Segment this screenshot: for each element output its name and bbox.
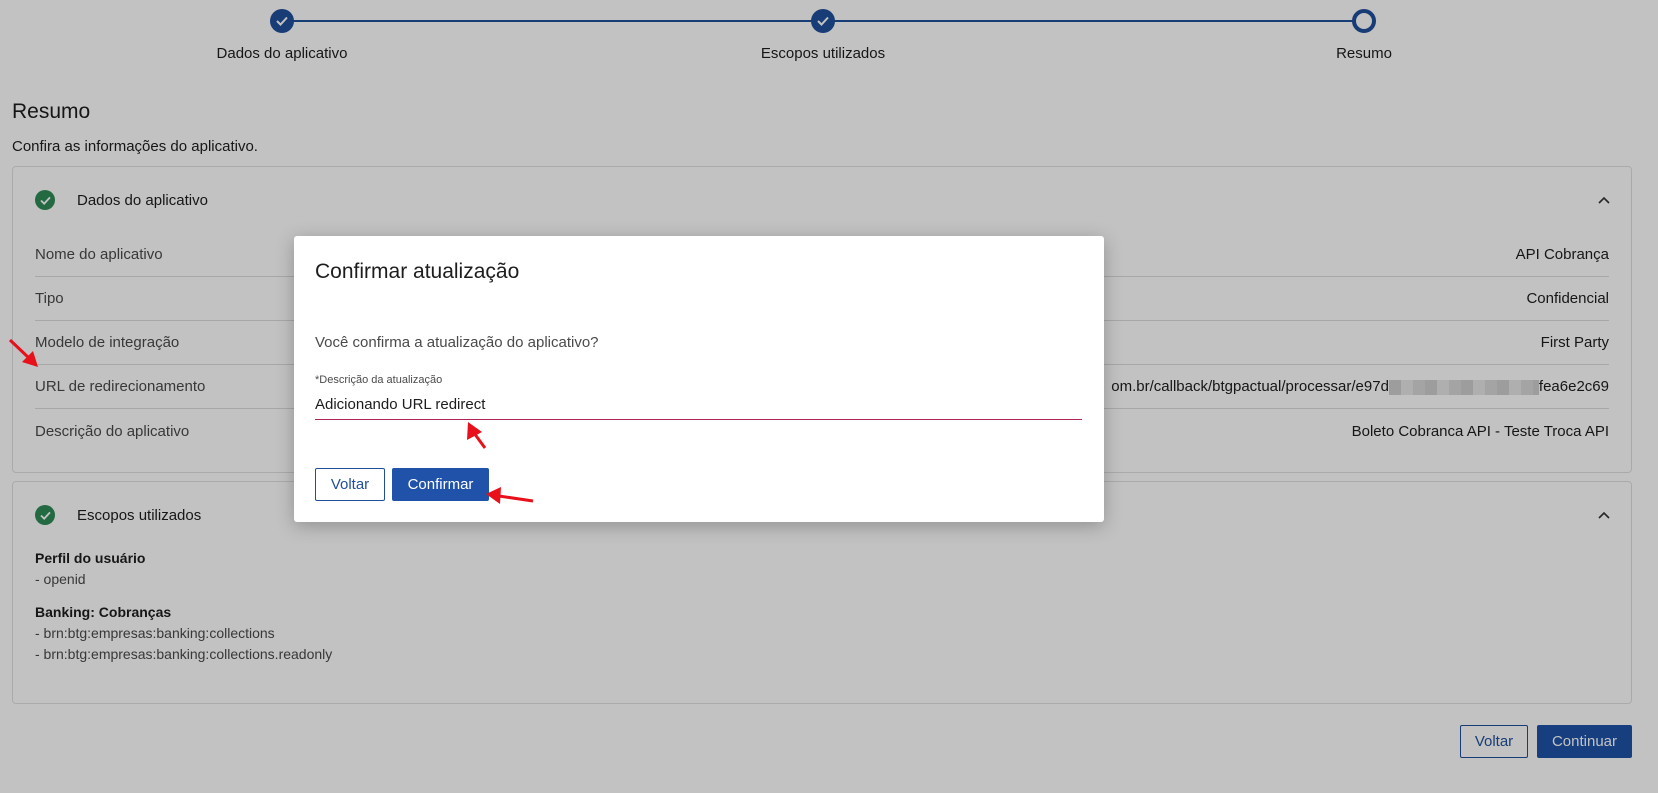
dialog-question: Você confirma a atualização do aplicativ… [315,334,599,351]
confirm-update-dialog: Confirmar atualização Você confirma a at… [294,236,1104,522]
dialog-title: Confirmar atualização [315,260,520,283]
update-description-label: *Descrição da atualização [315,374,443,386]
update-description-input[interactable] [315,390,1082,420]
dialog-confirm-button[interactable]: Confirmar [392,468,489,501]
dialog-back-button[interactable]: Voltar [315,468,385,501]
